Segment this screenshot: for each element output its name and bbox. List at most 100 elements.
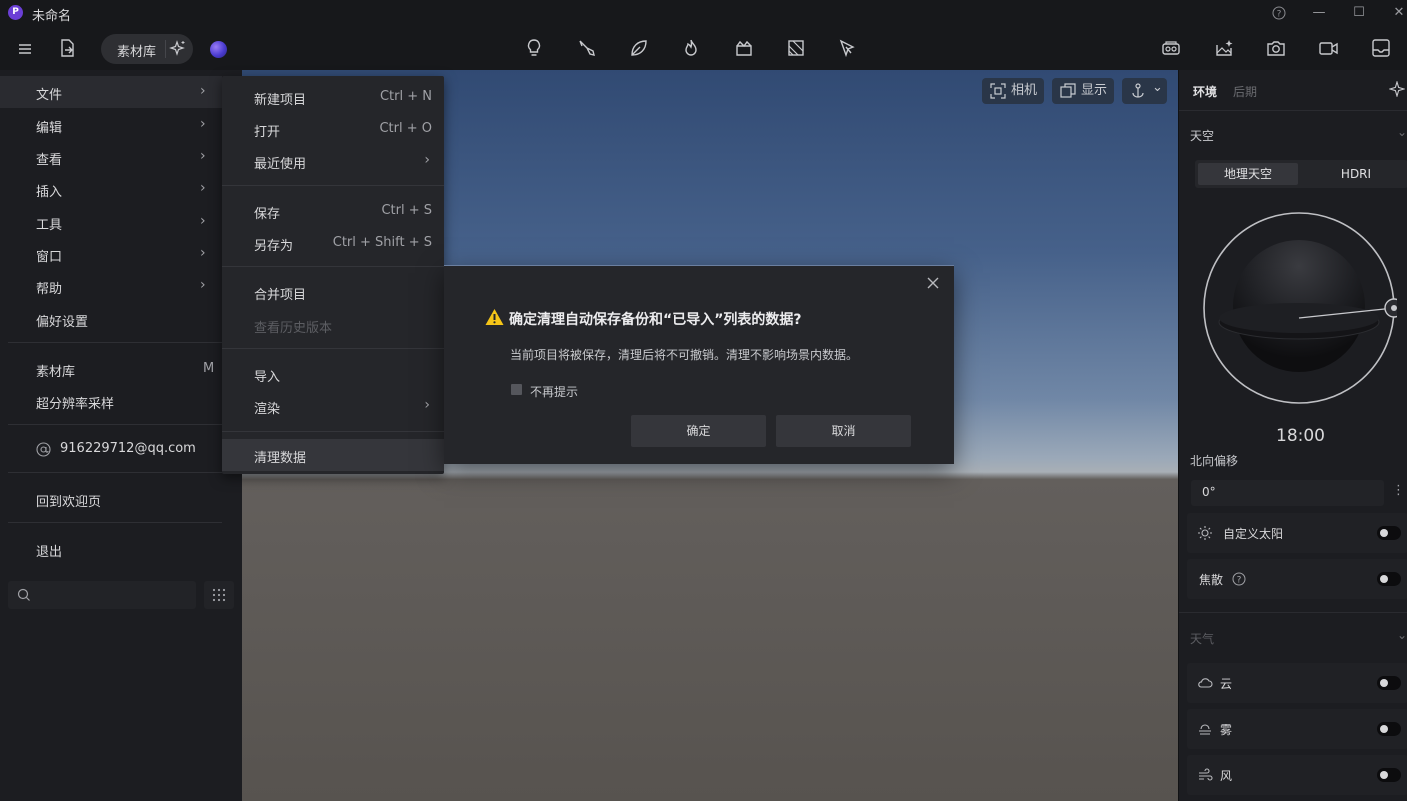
custom-sun-row: 自定义太阳 bbox=[1187, 513, 1407, 553]
menu-divider bbox=[8, 522, 222, 523]
dont-show-again-checkbox[interactable] bbox=[511, 384, 522, 395]
menu-item-help[interactable]: 帮助 › bbox=[0, 270, 222, 302]
at-sign-icon bbox=[36, 442, 51, 457]
sparkle-icon[interactable] bbox=[1389, 81, 1405, 97]
shortcut-label: Ctrl + N bbox=[379, 89, 432, 104]
more-options-icon[interactable]: ⋮ bbox=[1392, 483, 1405, 498]
menu-item-account[interactable]: 916229712@qq.com bbox=[0, 433, 222, 465]
fog-toggle[interactable] bbox=[1377, 722, 1401, 736]
submenu-new-project[interactable]: 新建项目 Ctrl + N bbox=[222, 81, 444, 113]
menu-item-insert[interactable]: 插入 › bbox=[0, 173, 222, 205]
main-menu-panel: 文件 › 编辑 › 查看 › 插入 › 工具 › 窗口 › 帮助 › 偏好设置 … bbox=[0, 70, 242, 801]
cloud-row: 云 bbox=[1187, 663, 1407, 703]
search-input[interactable] bbox=[8, 581, 196, 609]
sun-position-dial[interactable] bbox=[1201, 210, 1397, 406]
menu-item-library[interactable]: 素材库 M bbox=[0, 353, 222, 385]
clean-data-dialog: 确定清理自动保存备份和“已导入”列表的数据? 当前项目将被保存，清理后将不可撤销… bbox=[444, 265, 954, 464]
ai-orb-icon[interactable] bbox=[210, 41, 227, 58]
menu-divider bbox=[8, 472, 222, 473]
grid-view-button[interactable] bbox=[204, 581, 234, 609]
custom-sun-label: 自定义太阳 bbox=[1223, 527, 1284, 541]
confirm-button[interactable]: 确定 bbox=[631, 415, 766, 447]
close-window-button[interactable]: ✕ bbox=[1390, 4, 1407, 22]
submenu-divider bbox=[222, 185, 444, 186]
menu-item-file[interactable]: 文件 › bbox=[0, 76, 222, 108]
library-pill-button[interactable]: 素材库 bbox=[101, 34, 193, 64]
submenu-recent[interactable]: 最近使用 › bbox=[222, 145, 444, 177]
leaf-icon[interactable] bbox=[628, 37, 650, 59]
search-icon bbox=[17, 588, 30, 601]
hamburger-menu-icon[interactable] bbox=[14, 38, 36, 60]
sky-mode-geo[interactable]: 地理天空 bbox=[1198, 163, 1298, 185]
submenu-render[interactable]: 渲染 › bbox=[222, 390, 444, 422]
fire-icon[interactable] bbox=[680, 37, 702, 59]
submenu-save[interactable]: 保存 Ctrl + S bbox=[222, 195, 444, 227]
shortcut-label: Ctrl + O bbox=[379, 121, 432, 136]
file-export-icon[interactable] bbox=[56, 37, 78, 59]
menu-item-window[interactable]: 窗口 › bbox=[0, 238, 222, 270]
menu-item-exit[interactable]: 退出 bbox=[0, 533, 222, 565]
flag-pointer-icon[interactable] bbox=[836, 37, 858, 59]
wind-toggle[interactable] bbox=[1377, 768, 1401, 782]
menu-item-tools[interactable]: 工具 › bbox=[0, 206, 222, 238]
dialog-message: 当前项目将被保存，清理后将不可撤销。清理不影响场景内数据。 bbox=[510, 348, 859, 362]
submenu-import[interactable]: 导入 bbox=[222, 358, 444, 390]
help-icon[interactable]: ? bbox=[1270, 4, 1288, 22]
dont-show-again-label[interactable]: 不再提示 bbox=[530, 383, 578, 400]
fog-row: 雾 bbox=[1187, 709, 1407, 749]
sun-time-readout: 18:00 bbox=[1276, 426, 1325, 446]
menu-item-super-resolution[interactable]: 超分辨率采样 bbox=[0, 385, 222, 417]
lightbulb-icon[interactable] bbox=[523, 37, 545, 59]
chevron-right-icon: › bbox=[200, 213, 206, 229]
svg-text:?: ? bbox=[1277, 10, 1282, 20]
camera-view-button[interactable]: 相机 bbox=[982, 78, 1044, 104]
gallery-icon[interactable] bbox=[1370, 37, 1392, 59]
ai-sparkle-icon[interactable] bbox=[169, 39, 187, 57]
chevron-down-icon[interactable]: ⌄ bbox=[1397, 125, 1407, 139]
caustics-toggle[interactable] bbox=[1377, 572, 1401, 586]
anchor-icon bbox=[1132, 83, 1144, 98]
anchor-dropdown-button[interactable]: ⌄ bbox=[1122, 78, 1167, 104]
menu-item-view[interactable]: 查看 › bbox=[0, 141, 222, 173]
wind-row: 风 bbox=[1187, 755, 1407, 795]
chevron-down-icon[interactable]: ⌄ bbox=[1397, 628, 1407, 642]
tab-post-processing[interactable]: 后期 bbox=[1233, 83, 1257, 100]
help-circle-icon[interactable]: ? bbox=[1232, 572, 1246, 586]
sky-section-title: 天空 bbox=[1190, 129, 1215, 143]
chevron-right-icon: › bbox=[200, 245, 206, 261]
maximize-button[interactable]: ☐ bbox=[1350, 4, 1368, 22]
minimize-button[interactable]: — bbox=[1310, 4, 1328, 22]
submenu-clean-data[interactable]: 清理数据 bbox=[222, 439, 444, 471]
cancel-button[interactable]: 取消 bbox=[776, 415, 911, 447]
menu-item-preferences[interactable]: 偏好设置 bbox=[0, 303, 222, 335]
texture-icon[interactable] bbox=[785, 37, 807, 59]
camera-icon[interactable] bbox=[1265, 37, 1287, 59]
svg-text:?: ? bbox=[1237, 576, 1242, 586]
pen-tool-icon[interactable] bbox=[576, 37, 598, 59]
submenu-merge-project[interactable]: 合并项目 bbox=[222, 276, 444, 308]
warning-icon bbox=[485, 309, 504, 325]
cloud-toggle[interactable] bbox=[1377, 676, 1401, 690]
display-options-button[interactable]: 显示 bbox=[1052, 78, 1114, 104]
image-sparkle-icon[interactable] bbox=[1213, 37, 1235, 59]
layers-icon bbox=[1060, 83, 1076, 98]
video-camera-icon[interactable] bbox=[1317, 37, 1339, 59]
weather-section-title: 天气 bbox=[1190, 632, 1215, 646]
submenu-open[interactable]: 打开 Ctrl + O bbox=[222, 113, 444, 145]
north-offset-value: 0° bbox=[1202, 485, 1216, 499]
chevron-right-icon: › bbox=[200, 116, 206, 132]
clapper-icon[interactable] bbox=[733, 37, 755, 59]
menu-item-back-to-welcome[interactable]: 回到欢迎页 bbox=[0, 483, 222, 515]
menu-item-edit[interactable]: 编辑 › bbox=[0, 109, 222, 141]
chevron-right-icon: › bbox=[200, 277, 206, 293]
custom-sun-toggle[interactable] bbox=[1377, 526, 1401, 540]
vr-headset-icon[interactable] bbox=[1160, 37, 1182, 59]
caustics-row: 焦散 ? bbox=[1187, 559, 1407, 599]
sky-mode-hdri[interactable]: HDRI bbox=[1307, 163, 1405, 185]
submenu-save-as[interactable]: 另存为 Ctrl + Shift + S bbox=[222, 227, 444, 259]
display-options-label: 显示 bbox=[1081, 83, 1108, 98]
tab-environment[interactable]: 环境 bbox=[1193, 83, 1217, 100]
north-offset-input[interactable]: 0° bbox=[1191, 480, 1384, 506]
dialog-close-button[interactable] bbox=[924, 274, 942, 292]
menu-divider bbox=[8, 342, 222, 343]
